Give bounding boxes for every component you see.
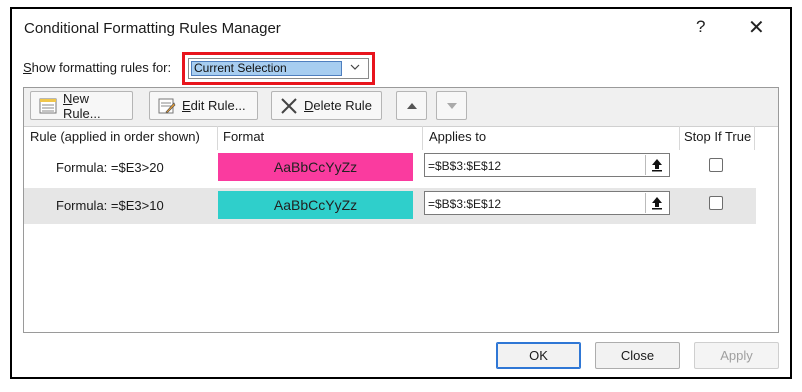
applies-to-field[interactable]: =$B$3:$E$12 [424,191,670,215]
column-divider [422,126,423,150]
collapse-dialog-icon[interactable] [645,155,668,175]
applies-to-value: =$B$3:$E$12 [428,159,502,173]
rule-row-selected[interactable]: Formula: =$E3>10 AaBbCcYyZz =$B$3:$E$12 [24,188,756,224]
rule-formula: Formula: =$E3>20 [56,160,164,175]
column-divider [217,126,218,150]
dropdown-selected-value: Current Selection [191,61,342,76]
column-divider [754,126,755,150]
chevron-down-icon [349,61,361,76]
column-header-format: Format [223,129,265,144]
edit-rule-icon [158,98,176,114]
delete-rule-button[interactable]: Delete Rule [271,91,382,120]
show-rules-dropdown[interactable]: Current Selection [188,58,369,79]
new-rule-button[interactable]: New Rule... [30,91,133,121]
stop-if-true-checkbox[interactable] [709,196,723,210]
show-rules-label: Show formatting rules for: [23,60,172,75]
ok-button[interactable]: OK [496,342,581,369]
applies-to-value: =$B$3:$E$12 [428,197,502,211]
rules-panel: New Rule... Edit Rule... Delete Rule Rul… [23,87,779,333]
help-button[interactable]: ? [696,17,705,37]
apply-button[interactable]: Apply [694,342,779,369]
applies-to-field[interactable]: =$B$3:$E$12 [424,153,670,177]
format-preview: AaBbCcYyZz [218,153,413,181]
arrow-up-icon [406,102,417,109]
new-rule-icon [39,98,57,114]
highlight-box: Current Selection [182,52,375,85]
column-header-rule: Rule (applied in order shown) [30,129,200,144]
column-divider [679,126,680,150]
delete-x-icon [280,97,298,114]
close-button[interactable]: Close [595,342,680,369]
rules-manager-dialog: Conditional Formatting Rules Manager ? ✕… [10,7,792,379]
column-header-stop: Stop If True [684,129,752,144]
rules-toolbar: New Rule... Edit Rule... Delete Rule [24,88,778,127]
rule-formula: Formula: =$E3>10 [56,198,164,213]
close-window-button[interactable]: ✕ [748,15,765,40]
edit-rule-button[interactable]: Edit Rule... [149,91,258,120]
format-preview: AaBbCcYyZz [218,191,413,219]
move-up-button[interactable] [396,91,427,120]
stop-if-true-checkbox[interactable] [709,158,723,172]
column-header-applies: Applies to [429,129,487,144]
arrow-down-icon [446,102,457,109]
move-down-button[interactable] [436,91,467,120]
dialog-title: Conditional Formatting Rules Manager [24,20,281,37]
rule-row[interactable]: Formula: =$E3>20 AaBbCcYyZz =$B$3:$E$12 [24,150,756,186]
collapse-dialog-icon[interactable] [645,193,668,213]
